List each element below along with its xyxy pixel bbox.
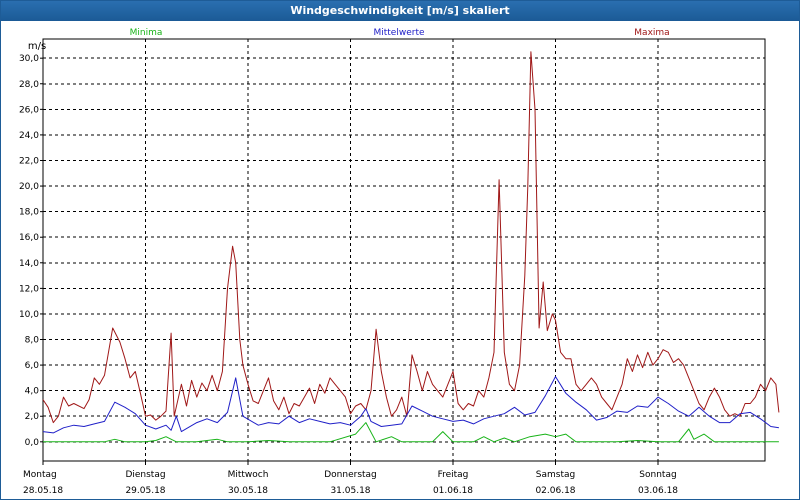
x-tick-label-date: 31.05.18	[330, 486, 370, 496]
y-axis-label: m/s	[28, 41, 46, 52]
y-tick-label: 26,0	[19, 105, 39, 115]
chart-window: Windgeschwindigkeit [m/s] skaliert 0,0 2,…	[0, 0, 800, 500]
x-tick-label-weekday: Donnerstag	[324, 470, 377, 480]
y-tick-label: 16,0	[19, 233, 39, 243]
x-tick-label-weekday: Sonntag	[639, 470, 676, 480]
y-tick-label: 18,0	[19, 208, 39, 218]
y-tick-label: 0,0	[25, 438, 40, 448]
y-tick-label: 12,0	[19, 284, 39, 294]
x-tick-label-date: 01.06.18	[433, 486, 473, 496]
legend-entry-mittelwerte: Mittelwerte	[373, 28, 424, 38]
x-tick-label-weekday: Freitag	[438, 470, 469, 480]
x-tick-label-date: 29.05.18	[125, 486, 165, 496]
y-tick-label: 8,0	[25, 336, 40, 346]
x-tick-label-weekday: Samstag	[536, 470, 575, 480]
y-tick-label: 20,0	[19, 182, 39, 192]
x-tick-label-weekday: Mittwoch	[228, 470, 269, 480]
legend-entry-minima: Minima	[130, 28, 163, 38]
x-tick-label-weekday: Montag	[23, 470, 57, 480]
y-tick-label: 6,0	[25, 361, 40, 371]
legend: Minima Mittelwerte Maxima	[130, 28, 670, 38]
y-tick-label: 10,0	[19, 310, 39, 320]
x-tick-label-date: 03.06.18	[638, 486, 678, 496]
x-tick-label-date: 30.05.18	[228, 486, 268, 496]
wind-speed-chart: 0,0 2,0 4,0 6,0 8,0 10,0 12,0 14,0 16,0 18,0 20,0 2…	[19, 28, 780, 496]
legend-entry-maxima: Maxima	[634, 28, 669, 38]
y-tick-label: 28,0	[19, 80, 39, 90]
x-tick-label-date: 28.05.18	[23, 486, 63, 496]
y-tick-label: 2,0	[25, 412, 40, 422]
x-tick-label-date: 02.06.18	[535, 486, 575, 496]
y-tick-label: 22,0	[19, 156, 39, 166]
y-tick-label: 4,0	[25, 387, 40, 397]
y-tick-label: 14,0	[19, 259, 39, 269]
y-tick-label: 30,0	[19, 54, 39, 64]
y-tick-label: 24,0	[19, 131, 39, 141]
x-tick-label-weekday: Dienstag	[125, 470, 165, 480]
